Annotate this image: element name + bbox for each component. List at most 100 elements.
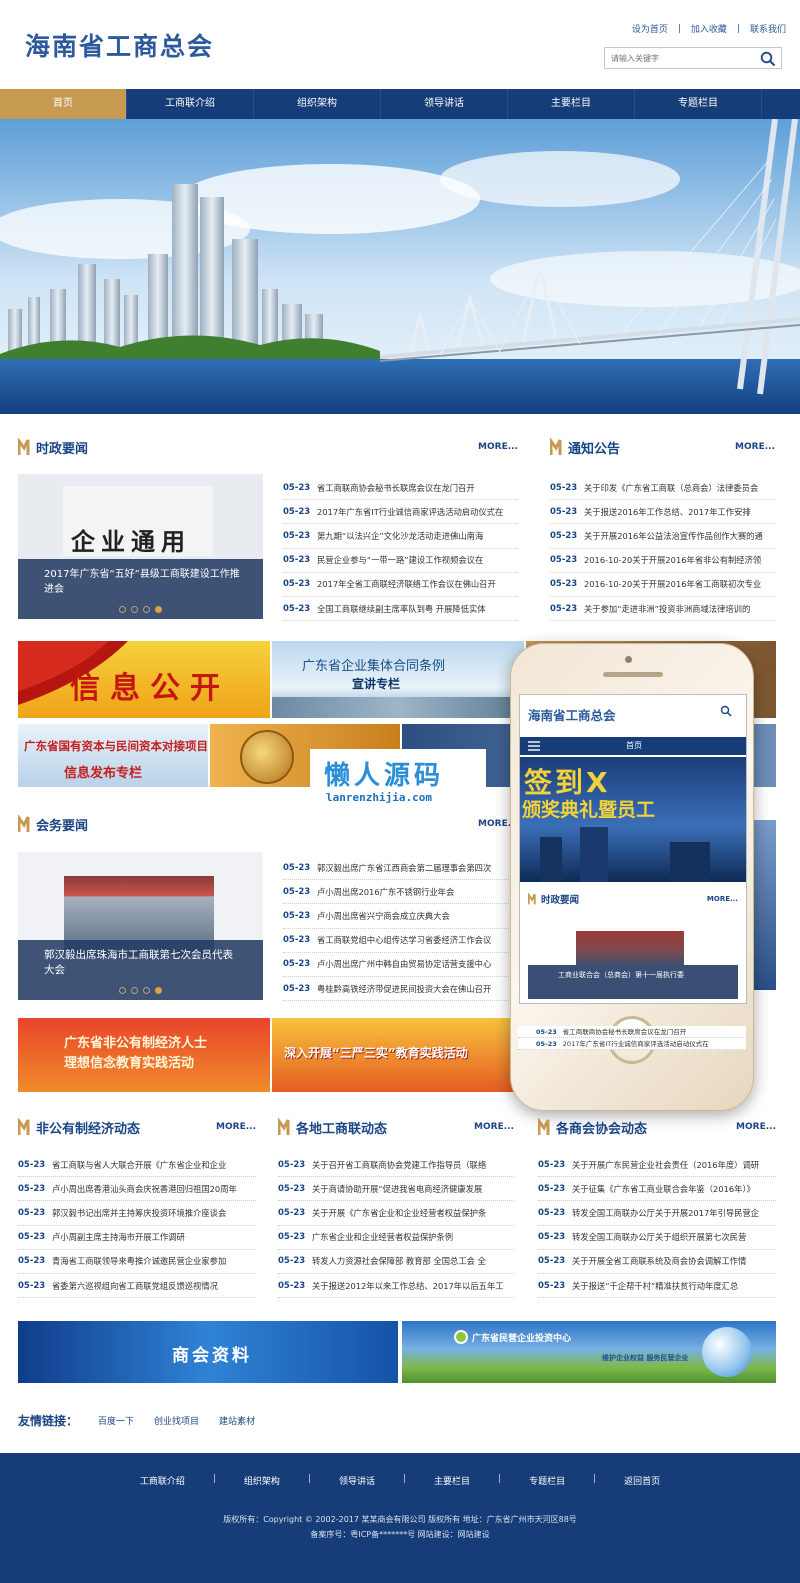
list-item-title[interactable]: 粤桂黔高铁经济带促进民间投资大会在佛山召开 (317, 983, 491, 995)
list-item-title[interactable]: 关于召开省工商联商协会党建工作指导员（联络 (312, 1159, 486, 1171)
list-item-title[interactable]: 转发人力资源社会保障部 教育部 全国总工会 全 (312, 1255, 486, 1267)
list-item[interactable]: 05-23 2016-10-20关于开展2016年省工商联初次专业 (550, 573, 775, 597)
list-item[interactable]: 05-23 关于开展全省工商联系统及商会协会调解工作情 (538, 1250, 776, 1274)
list-item-title[interactable]: 关于开展《广东省企业和企业经营者权益保护条 (312, 1207, 486, 1219)
list-item-title[interactable]: 省委第六巡视组向省工商联党组反馈巡视情况 (52, 1280, 218, 1292)
site-logo[interactable]: 海南省工商总会 (25, 27, 214, 63)
footer-link-organization[interactable]: 组织架构 (244, 1474, 280, 1487)
list-item-title[interactable]: 郭汉毅书记出席并主持筹庆投资环境推介座谈会 (52, 1207, 226, 1219)
list-item[interactable]: 05-23 粤桂黔高铁经济带促进民间投资大会在佛山召开 (283, 977, 511, 1002)
list-item-title[interactable]: 2017年全省工商联经济联络工作会议在佛山召开 (317, 578, 496, 590)
list-item-title[interactable]: 关于开展广东民营企业社会责任（2016年度）调研 (572, 1159, 759, 1171)
list-item[interactable]: 05-23 卢小周出席广州中韩自由贸易协定话营支援中心 (283, 953, 511, 977)
nav-item-home[interactable]: 首页 (0, 89, 127, 119)
list-item-title[interactable]: 关于开展全省工商联系统及商会协会调解工作情 (572, 1255, 746, 1267)
list-item[interactable]: 05-23 卢小周出席香港汕头商会庆祝香港回归祖国20周年 (18, 1177, 256, 1202)
list-item-title[interactable]: 转发全国工商联办公厅关于组织开展第七次民营 (572, 1231, 746, 1243)
list-item-title[interactable]: 省工商联与省人大联合开展《广东省企业和企业 (52, 1159, 226, 1171)
footer-link-main-columns[interactable]: 主要栏目 (434, 1474, 470, 1487)
list-item-title[interactable]: 关于开展2016年公益法治宣传作品创作大赛的通 (584, 530, 763, 542)
list-item[interactable]: 05-23 关于召开省工商联商协会党建工作指导员（联络 (278, 1153, 514, 1178)
list-item[interactable]: 05-23 省工商联党组中心组传达学习省委经济工作会议 (283, 929, 511, 953)
promo-xinxi-gongkai[interactable]: 信息公开 (18, 641, 270, 718)
slide-dot-active[interactable] (155, 987, 162, 994)
list-item[interactable]: 05-23 关于商请协助开展“促进我省电商经济健康发展 (278, 1177, 514, 1202)
slide-dot[interactable] (119, 606, 126, 613)
list-item-title[interactable]: 转发全国工商联办公厅关于开展2017年引导民营企 (572, 1207, 759, 1219)
list-item[interactable]: 05-23 广东省企业和企业经营者权益保护条例 (278, 1226, 514, 1250)
list-item-title[interactable]: 广东省企业和企业经营者权益保护条例 (312, 1231, 453, 1243)
promo-jiti-hetong[interactable]: 广东省企业集体合同条例 宣讲专栏 (272, 641, 524, 718)
list-item[interactable]: 05-23 关于报送2012年以来工作总结、2017年以后五年工 (278, 1274, 514, 1299)
slide-dot[interactable] (119, 987, 126, 994)
list-item-title[interactable]: 卢小周出席香港汕头商会庆祝香港回归祖国20周年 (52, 1183, 237, 1195)
list-item[interactable]: 05-23 郭汉毅出席广东省江西商会第二届理事会第四次 (283, 856, 511, 881)
list-item[interactable]: 05-23 卢小周副主席主持海市开展工作调研 (18, 1226, 256, 1250)
list-item-title[interactable]: 2016-10-20关于开展2016年省非公有制经济领 (584, 554, 761, 566)
slide-dot[interactable] (131, 987, 138, 994)
slide-dot[interactable] (143, 987, 150, 994)
news-slideshow[interactable]: 郭汉毅出席珠海市工商联第七次会员代表大会 (18, 852, 263, 1000)
list-item-title[interactable]: 民营企业参与“一带一路”建设工作视频会议在 (317, 554, 483, 566)
slide-dot[interactable] (143, 606, 150, 613)
list-item-title[interactable]: 省工商联党组中心组传达学习省委经济工作会议 (317, 934, 491, 946)
list-item-title[interactable]: 关于征集《广东省工商业联合会年鉴（2016年）》 (572, 1183, 755, 1195)
more-link[interactable]: MORE... (478, 442, 518, 452)
set-homepage-link[interactable]: 设为首页 (632, 22, 668, 35)
more-link[interactable]: MORE... (474, 1122, 514, 1132)
list-item-title[interactable]: 卢小周出席2016广东不锈钢行业年会 (317, 886, 454, 898)
search-input[interactable] (605, 48, 755, 68)
nav-item-special-columns[interactable]: 专题栏目 (635, 89, 762, 119)
slide-dot[interactable] (131, 606, 138, 613)
more-link[interactable]: MORE... (735, 442, 775, 452)
list-item[interactable]: 05-23 关于印发《广东省工商联（总商会）法律委员会 (550, 476, 775, 501)
search-icon[interactable] (760, 51, 776, 67)
promo-sanyan-sanshi[interactable]: 深入开展“三严三实”教育实践活动 (272, 1018, 524, 1092)
list-item[interactable]: 05-23 全国工商联继续副主席率队到粤 开展降低实体 (283, 597, 518, 622)
list-item-title[interactable]: 卢小周出席省兴宁商会成立庆典大会 (317, 910, 450, 922)
footer-link-special-columns[interactable]: 专题栏目 (529, 1474, 565, 1487)
list-item-title[interactable]: 第九期“以法兴企”文化沙龙活动走进佛山南海 (317, 530, 483, 542)
more-link[interactable]: MORE... (736, 1122, 776, 1132)
list-item-title[interactable]: 郭汉毅出席广东省江西商会第二届理事会第四次 (317, 862, 491, 874)
add-favorite-link[interactable]: 加入收藏 (691, 22, 727, 35)
footer-link-speeches[interactable]: 领导讲话 (339, 1474, 375, 1487)
list-item[interactable]: 05-23 青海省工商联领导来粤推介诚邀民营企业家参加 (18, 1250, 256, 1274)
list-item[interactable]: 05-23 卢小周出席省兴宁商会成立庆典大会 (283, 904, 511, 929)
list-item[interactable]: 05-23 卢小周出席2016广东不锈钢行业年会 (283, 880, 511, 905)
nav-item-main-columns[interactable]: 主要栏目 (508, 89, 635, 119)
list-item-title[interactable]: 2017年广东省IT行业诚信商家评选活动启动仪式在 (317, 506, 503, 518)
news-slideshow[interactable]: 企业通用 2017年广东省“五好”县级工商联建设工作推进会 (18, 474, 263, 619)
footer-link-back-home[interactable]: 返回首页 (624, 1474, 660, 1487)
list-item[interactable]: 05-23 转发人力资源社会保障部 教育部 全国总工会 全 (278, 1250, 514, 1274)
footer-link-intro[interactable]: 工商联介绍 (140, 1474, 185, 1487)
friend-link[interactable]: 创业找项目 (154, 1414, 199, 1427)
list-item-title[interactable]: 关于参加“走进非洲”投资非洲商域法律培训的 (584, 603, 750, 615)
list-item[interactable]: 05-23 关于开展《广东省企业和企业经营者权益保护条 (278, 1201, 514, 1226)
list-item[interactable]: 05-23 省工商联与省人大联合开展《广东省企业和企业 (18, 1153, 256, 1178)
list-item[interactable]: 05-23 关于开展广东民营企业社会责任（2016年度）调研 (538, 1153, 776, 1178)
list-item[interactable]: 05-23 关于开展2016年公益法治宣传作品创作大赛的通 (550, 524, 775, 549)
list-item[interactable]: 05-23 关于征集《广东省工商业联合会年鉴（2016年）》 (538, 1177, 776, 1202)
slide-dot-active[interactable] (155, 606, 162, 613)
list-item-title[interactable]: 关于商请协助开展“促进我省电商经济健康发展 (312, 1183, 482, 1195)
list-item-title[interactable]: 卢小周副主席主持海市开展工作调研 (52, 1231, 185, 1243)
list-item[interactable]: 05-23 省委第六巡视组向省工商联党组反馈巡视情况 (18, 1274, 256, 1299)
list-item[interactable]: 05-23 转发全国工商联办公厅关于组织开展第七次民营 (538, 1226, 776, 1250)
friend-link[interactable]: 建站素材 (219, 1414, 255, 1427)
list-item[interactable]: 05-23 2017年全省工商联经济联络工作会议在佛山召开 (283, 573, 518, 597)
list-item[interactable]: 05-23 第九期“以法兴企”文化沙龙活动走进佛山南海 (283, 524, 518, 549)
list-item[interactable]: 05-23 关于报送“千企帮千村”精准扶贫行动年度汇总 (538, 1274, 776, 1299)
contact-us-link[interactable]: 联系我们 (750, 22, 786, 35)
list-item[interactable]: 05-23 关于报送2016年工作总结、2017年工作安排 (550, 500, 775, 525)
list-item[interactable]: 05-23 2017年广东省IT行业诚信商家评选活动启动仪式在 (283, 500, 518, 525)
promo-ziben-duijie[interactable]: 广东省国有资本与民间资本对接项目 信息发布专栏 (18, 724, 208, 787)
list-item-title[interactable]: 关于报送2012年以来工作总结、2017年以后五年工 (312, 1280, 504, 1292)
nav-item-intro[interactable]: 工商联介绍 (127, 89, 254, 119)
list-item-title[interactable]: 省工商联商协会秘书长联席会议在龙门召开 (317, 482, 475, 494)
promo-touzi-zhongxin[interactable]: 广东省民营企业投资中心 维护企业权益 服务民营企业 (402, 1321, 776, 1383)
nav-item-speeches[interactable]: 领导讲话 (381, 89, 508, 119)
list-item[interactable]: 05-23 民营企业参与“一带一路”建设工作视频会议在 (283, 549, 518, 573)
list-item-title[interactable]: 卢小周出席广州中韩自由贸易协定话营支援中心 (317, 958, 491, 970)
list-item-title[interactable]: 关于印发《广东省工商联（总商会）法律委员会 (584, 482, 758, 494)
